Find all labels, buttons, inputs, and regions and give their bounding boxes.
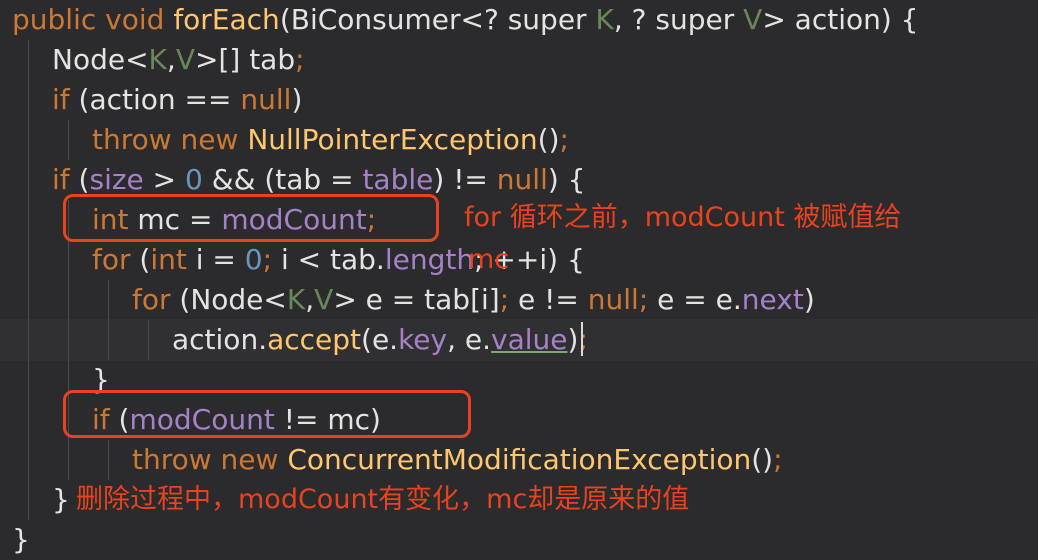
keyword: null xyxy=(496,163,548,196)
annotation-note-1: for 循环之前，modCount 被赋值给 xyxy=(464,202,902,233)
generic-param: K xyxy=(595,3,614,36)
code-text: && (tab = xyxy=(202,163,363,196)
code-text: action. xyxy=(172,323,268,356)
semicolon: ; xyxy=(559,123,569,156)
method-name: accept xyxy=(267,323,362,356)
code-text: ) != xyxy=(433,163,497,196)
code-text: e != xyxy=(518,283,588,316)
class-name: NullPointerException xyxy=(247,123,538,156)
field-name: size xyxy=(89,163,144,196)
indent-guide xyxy=(28,40,29,520)
generic-param: V xyxy=(743,3,763,36)
code-text: } xyxy=(52,483,70,516)
code-text: ) xyxy=(567,323,579,356)
code-line-7[interactable]: for (int i = 0; i < tab.length; ++i) { xyxy=(92,240,585,280)
keyword: if xyxy=(52,163,79,196)
code-line-8[interactable]: for (Node<K,V> e = tab[i]; e != null; e … xyxy=(132,280,815,320)
code-editor[interactable]: public void forEach(BiConsumer<? super K… xyxy=(0,0,1038,560)
code-text: > action) { xyxy=(762,3,919,36)
code-text: ) xyxy=(291,83,303,116)
code-text: ( xyxy=(139,243,151,276)
method-name: forEach xyxy=(173,3,280,36)
number-literal: 0 xyxy=(244,243,263,276)
code-text: > xyxy=(143,163,186,196)
semicolon: ; xyxy=(773,443,783,476)
code-line-12[interactable]: throw new ConcurrentModificationExceptio… xyxy=(132,440,783,480)
code-text: e = e. xyxy=(657,283,742,316)
keyword: throw new xyxy=(92,123,248,156)
field-name: next xyxy=(741,283,804,316)
field-name: key xyxy=(398,323,448,356)
semicolon: ; xyxy=(638,283,658,316)
keyword: int xyxy=(150,243,196,276)
code-text: () xyxy=(751,443,774,476)
code-text: ) xyxy=(803,283,815,316)
code-line-14[interactable]: } xyxy=(12,520,30,560)
code-text: i = xyxy=(195,243,245,276)
code-text: Node< xyxy=(52,43,149,76)
generic-param: K xyxy=(148,43,167,76)
code-line-3[interactable]: if (action == null) xyxy=(52,80,302,120)
text-cursor xyxy=(581,322,583,356)
keyword: null xyxy=(240,83,292,116)
code-line-13[interactable]: } xyxy=(52,480,70,520)
keyword: null xyxy=(587,283,639,316)
code-text: i < tab. xyxy=(280,243,385,276)
code-text: ( xyxy=(78,163,90,196)
code-text: , xyxy=(305,283,315,316)
indent-guide xyxy=(148,320,149,360)
generic-param: V xyxy=(175,43,195,76)
annotation-note-2: 删除过程中，modCount有变化，mc却是原来的值 xyxy=(76,484,690,515)
code-text: () xyxy=(537,123,560,156)
field-name: value xyxy=(491,323,568,356)
keyword: throw new xyxy=(132,443,288,476)
annotation-box-if xyxy=(63,390,471,438)
generic-param: K xyxy=(286,283,306,316)
code-text: (e. xyxy=(361,323,399,356)
code-text: >[] tab xyxy=(194,43,296,76)
code-text: , e. xyxy=(447,323,492,356)
code-text: (BiConsumer<? super xyxy=(279,3,596,36)
keyword: for xyxy=(92,243,140,276)
indent-guide xyxy=(68,200,69,480)
code-text: (action == xyxy=(78,83,241,116)
code-text: } xyxy=(12,523,30,556)
code-text: > e = tab[i] xyxy=(333,283,500,316)
annotation-box-mc xyxy=(63,194,439,242)
code-line-2[interactable]: Node<K,V>[] tab; xyxy=(52,40,305,80)
code-text: ) { xyxy=(547,163,586,196)
keyword: public void xyxy=(12,3,174,36)
code-line-9[interactable]: action.accept(e.key, e.value); xyxy=(172,320,588,360)
keyword: for xyxy=(132,283,180,316)
semicolon: ; xyxy=(295,43,305,76)
semicolon: ; xyxy=(262,243,281,276)
number-literal: 0 xyxy=(185,163,203,196)
indent-guide xyxy=(68,120,69,160)
code-text: , xyxy=(166,43,176,76)
semicolon: ; xyxy=(499,283,519,316)
indent-guide xyxy=(108,440,109,480)
keyword: if xyxy=(52,83,79,116)
class-name: ConcurrentModificationException xyxy=(287,443,752,476)
field-name: length xyxy=(384,243,475,276)
semicolon: ; xyxy=(578,323,588,356)
code-line-4[interactable]: throw new NullPointerException(); xyxy=(92,120,569,160)
code-text: (Node< xyxy=(179,283,287,316)
indent-guide xyxy=(108,280,109,360)
code-line-1[interactable]: public void forEach(BiConsumer<? super K… xyxy=(12,0,919,40)
generic-param: V xyxy=(314,283,334,316)
field-name: table xyxy=(362,163,434,196)
code-text: , ? super xyxy=(613,3,744,36)
annotation-note-1-cont: mc xyxy=(468,244,510,275)
